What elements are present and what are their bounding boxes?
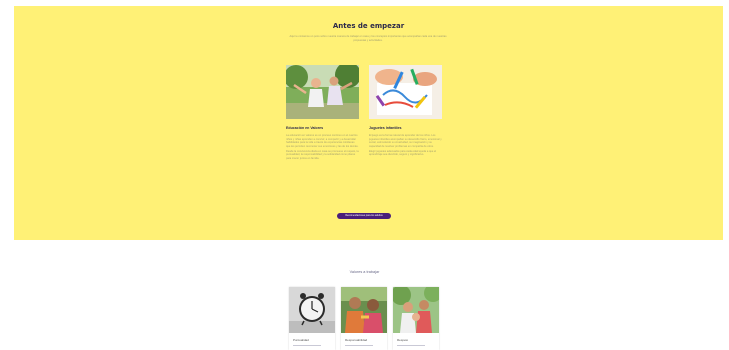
clock-photo — [289, 287, 335, 333]
value-card-label: Puntualidad — [293, 338, 309, 342]
column-paragraph: Elegir juguetes adecuados para cada edad… — [369, 149, 437, 157]
column-paragraph: Desde la convivencia diaria en casa se p… — [286, 149, 359, 161]
kids-outdoor-photo — [393, 287, 439, 333]
column-title-values: Educación en Valores — [286, 126, 324, 130]
intro-section: Antes de empezar Aquí te contamos un poc… — [14, 6, 723, 240]
children-photo — [341, 287, 387, 333]
divider — [397, 345, 425, 346]
column-paragraph: La educación en valores es un proceso co… — [286, 134, 359, 148]
column-title-toys: Juguetes Infantiles — [369, 126, 402, 130]
value-card-respeto[interactable]: Respeto — [393, 287, 439, 350]
values-title: Valores a trabajar — [349, 270, 380, 274]
value-card-puntualidad[interactable]: Puntualidad — [289, 287, 335, 350]
divider — [345, 345, 373, 346]
intro-paragraph: Aquí te contamos un poco sobre nuestra m… — [289, 35, 447, 42]
value-card-label: Responsabilidad — [345, 338, 368, 342]
section-title: Antes de empezar — [332, 22, 405, 30]
divider — [293, 345, 321, 346]
value-card-responsabilidad[interactable]: Responsabilidad — [341, 287, 387, 350]
children-playing-photo — [286, 65, 359, 119]
recommendations-button[interactable]: Recomendaciones para los adultos — [337, 213, 391, 219]
column-text-toys: El juego es la forma natural de aprender… — [369, 134, 442, 157]
drawing-crayons-photo — [369, 65, 442, 119]
value-card-label: Respeto — [397, 338, 409, 342]
column-text-values: La educación en valores es un proceso co… — [286, 134, 359, 161]
column-paragraph: El juego es la forma natural de aprender… — [369, 134, 442, 148]
